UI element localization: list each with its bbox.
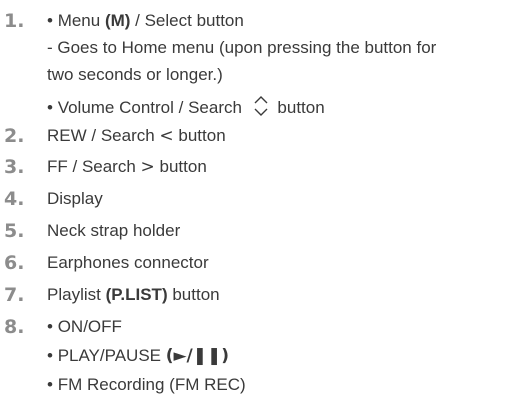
text-pre: FF / Search [47,157,141,176]
item-text: • Volume Control / Search button [47,94,325,123]
text: FM Recording (FM REC) [57,375,246,394]
right-chevron-icon: > [140,157,155,177]
play-pause-symbol: (►/❚❚) [165,346,230,366]
item-number: 5. [4,220,25,242]
item-text: • Menu (M) / Select button [47,11,244,31]
text-post: button [167,285,220,304]
text: ON/OFF [57,317,122,336]
item-number: 2. [4,125,25,147]
item-number: 6. [4,252,25,274]
item-text: REW / Search < button [47,126,226,146]
item-text: two seconds or longer.) [47,65,223,84]
text-pre: REW / Search [47,126,160,145]
item-text: - Goes to Home menu (upon pressing the b… [47,38,437,57]
bullet: • [47,97,53,117]
bullet: • [47,346,53,365]
item-number: 4. [4,188,25,210]
bullet: • [47,317,53,336]
item-text: • ON/OFF [47,317,122,337]
bullet: • [47,11,53,30]
item-number: 1. [4,10,25,32]
text-bold: (P.LIST) [105,285,168,304]
item-text: FF / Search > button [47,157,207,177]
left-chevron-icon: < [159,126,174,146]
item-number: 7. [4,284,25,306]
text-bold: (M) [104,11,131,30]
text-post: button [277,97,325,117]
text-pre: Menu [57,11,105,30]
up-down-chevron-icon [253,94,269,123]
bullet: • [47,375,53,394]
text-post: / Select button [130,11,244,30]
text-pre: Playlist [47,285,106,304]
item-text: Playlist (P.LIST) button [47,285,220,305]
item-text: Display [47,189,103,208]
item-text: • PLAY/PAUSE (►/❚❚) [47,346,229,366]
text-post: button [154,157,207,176]
text-pre: Volume Control / Search [57,97,242,117]
item-number: 8. [4,316,25,338]
item-text: Earphones connector [47,253,209,272]
text-post: button [173,126,226,145]
item-text: Neck strap holder [47,221,181,240]
item-text: • FM Recording (FM REC) [47,375,246,395]
item-number: 3. [4,156,25,178]
text-pre: PLAY/PAUSE [57,346,166,365]
